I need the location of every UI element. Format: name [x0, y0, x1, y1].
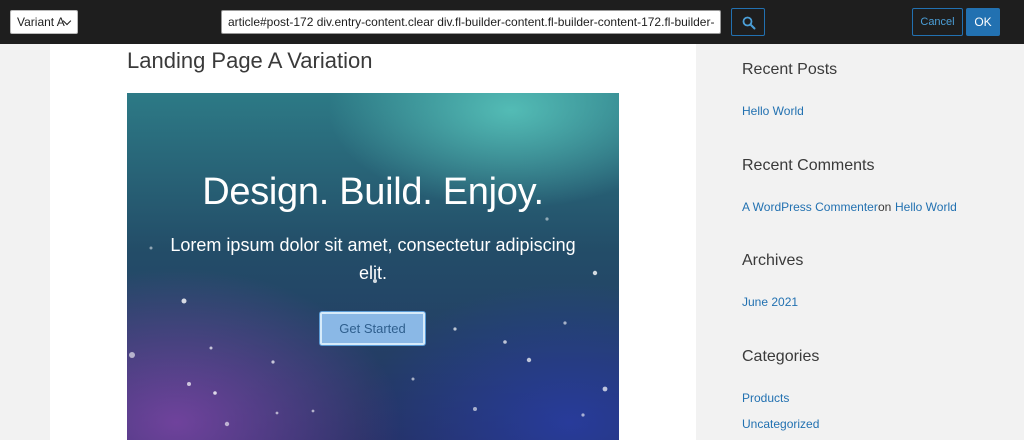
category-link-products[interactable]: Products	[742, 391, 789, 405]
comment-author-link[interactable]: A WordPress Commenter	[742, 200, 878, 214]
categories-title: Categories	[742, 348, 820, 365]
hero-headline: Design. Build. Enjoy.	[202, 171, 544, 213]
category-link-uncategorized[interactable]: Uncategorized	[742, 417, 819, 431]
selector-input[interactable]	[221, 10, 721, 34]
hero-banner: Design. Build. Enjoy. Lorem ipsum dolor …	[127, 93, 619, 440]
comment-on-text: on	[878, 200, 892, 214]
recent-comments-title: Recent Comments	[742, 157, 875, 174]
sidebar: Recent Posts Hello World Recent Comments…	[742, 0, 1012, 440]
variant-select[interactable]: Variant A	[10, 10, 78, 34]
recent-post-link[interactable]: Hello World	[742, 104, 804, 118]
comment-post-link[interactable]: Hello World	[895, 200, 957, 214]
recent-posts-title: Recent Posts	[742, 61, 838, 78]
content-area: Landing Page A Variation Design. Build. …	[50, 44, 696, 440]
archive-link[interactable]: June 2021	[742, 295, 798, 309]
archives-title: Archives	[742, 252, 804, 269]
variant-select-label: Variant A	[17, 15, 65, 29]
page-title: Landing Page A Variation	[127, 48, 373, 73]
get-started-button[interactable]: Get Started	[320, 312, 425, 345]
hero-subheadline: Lorem ipsum dolor sit amet, consectetur …	[170, 235, 576, 283]
